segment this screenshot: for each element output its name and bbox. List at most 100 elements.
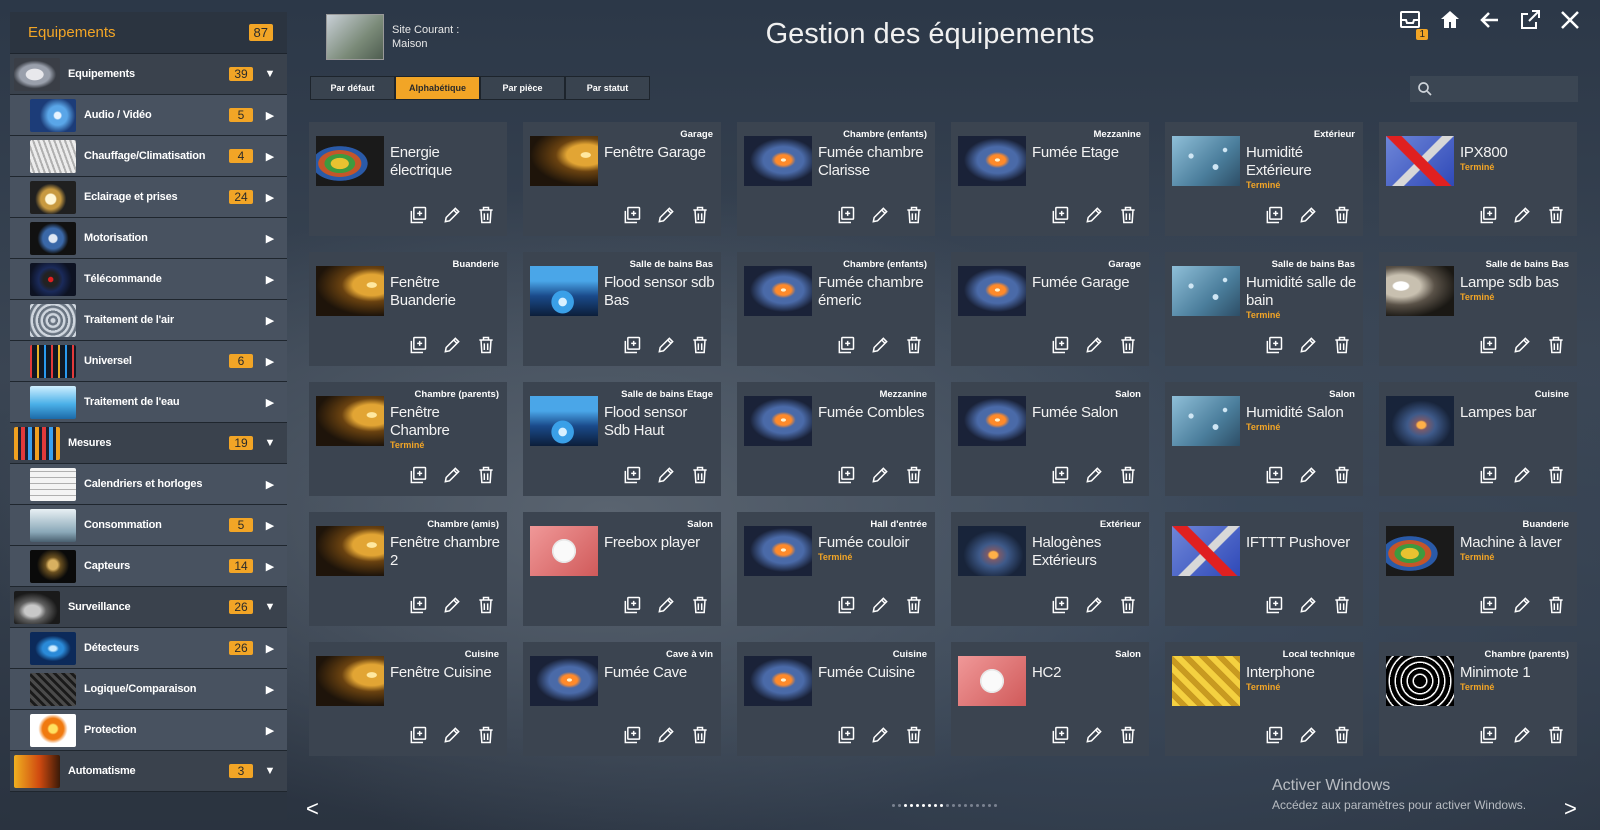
rule-button[interactable] (835, 336, 857, 358)
rule-button[interactable] (1263, 596, 1285, 618)
delete-button[interactable] (1545, 206, 1567, 228)
equipment-card[interactable]: Mezzanine Fumée Combles (737, 382, 935, 496)
close-button[interactable] (1558, 8, 1582, 32)
equipment-card[interactable]: Chambre (amis) Fenêtre chambre 2 (309, 512, 507, 626)
page-dot[interactable] (892, 804, 895, 807)
page-dot[interactable] (916, 804, 919, 807)
page-dot[interactable] (994, 804, 997, 807)
equipment-card[interactable]: Salle de bains Bas Flood sensor sdb Bas (523, 252, 721, 366)
equipment-card[interactable]: Buanderie Fenêtre Buanderie (309, 252, 507, 366)
equipment-card[interactable]: Cave à vin Fumée Cave (523, 642, 721, 756)
equipment-card[interactable]: Local technique Interphone Terminé (1165, 642, 1363, 756)
equipment-card[interactable]: IPX800 Terminé (1379, 122, 1577, 236)
edit-button[interactable] (655, 336, 677, 358)
delete-button[interactable] (1331, 726, 1353, 748)
rule-button[interactable] (407, 726, 429, 748)
delete-button[interactable] (903, 466, 925, 488)
equipment-card[interactable]: Cuisine Lampes bar (1379, 382, 1577, 496)
edit-button[interactable] (1511, 466, 1533, 488)
edit-button[interactable] (441, 596, 463, 618)
rule-button[interactable] (407, 206, 429, 228)
sidebar-item-16[interactable]: Protection ▶ (10, 710, 287, 751)
edit-button[interactable] (1297, 336, 1319, 358)
delete-button[interactable] (1117, 206, 1139, 228)
page-dot[interactable] (970, 804, 973, 807)
rule-button[interactable] (621, 596, 643, 618)
tab-1[interactable]: Alphabétique (396, 77, 479, 99)
edit-button[interactable] (1297, 726, 1319, 748)
edit-button[interactable] (1297, 206, 1319, 228)
tab-3[interactable]: Par statut (566, 77, 649, 99)
rule-button[interactable] (1263, 726, 1285, 748)
rule-button[interactable] (621, 466, 643, 488)
sidebar-category-17[interactable]: Automatisme 3 ▼ (10, 751, 287, 792)
delete-button[interactable] (475, 596, 497, 618)
page-dot[interactable] (982, 804, 985, 807)
page-dot[interactable] (910, 804, 913, 807)
rule-button[interactable] (835, 726, 857, 748)
equipment-card[interactable]: Garage Fenêtre Garage (523, 122, 721, 236)
rule-button[interactable] (1477, 726, 1499, 748)
page-dot[interactable] (976, 804, 979, 807)
rule-button[interactable] (621, 336, 643, 358)
sidebar-item-8[interactable]: Traitement de l'eau ▶ (10, 382, 287, 423)
sidebar-item-6[interactable]: Traitement de l'air ▶ (10, 300, 287, 341)
equipment-card[interactable]: Energie électrique (309, 122, 507, 236)
rule-button[interactable] (621, 726, 643, 748)
delete-button[interactable] (1331, 466, 1353, 488)
page-dot[interactable] (904, 804, 907, 807)
page-dot[interactable] (898, 804, 901, 807)
rule-button[interactable] (1049, 336, 1071, 358)
equipment-card[interactable]: Salon Fumée Salon (951, 382, 1149, 496)
edit-button[interactable] (869, 206, 891, 228)
delete-button[interactable] (1545, 726, 1567, 748)
delete-button[interactable] (1545, 466, 1567, 488)
current-site[interactable]: Site Courant : Maison (326, 14, 459, 60)
edit-button[interactable] (441, 466, 463, 488)
page-dot[interactable] (958, 804, 961, 807)
next-page-button[interactable]: > (1564, 796, 1577, 822)
equipment-card[interactable]: Chambre (parents) Minimote 1 Terminé (1379, 642, 1577, 756)
equipment-card[interactable]: Salle de bains Bas Lampe sdb bas Terminé (1379, 252, 1577, 366)
page-dot[interactable] (940, 804, 943, 807)
equipment-card[interactable]: Cuisine Fenêtre Cuisine (309, 642, 507, 756)
delete-button[interactable] (475, 726, 497, 748)
edit-button[interactable] (441, 206, 463, 228)
sidebar-item-3[interactable]: Eclairage et prises 24 ▶ (10, 177, 287, 218)
edit-button[interactable] (441, 726, 463, 748)
previous-page-button[interactable]: < (306, 796, 319, 822)
delete-button[interactable] (1545, 596, 1567, 618)
sidebar-item-11[interactable]: Consommation 5 ▶ (10, 505, 287, 546)
equipment-card[interactable]: Extérieur Humidité Extérieure Terminé (1165, 122, 1363, 236)
edit-button[interactable] (869, 726, 891, 748)
delete-button[interactable] (1331, 206, 1353, 228)
equipment-card[interactable]: Mezzanine Fumée Etage (951, 122, 1149, 236)
equipment-card[interactable]: Salon Freebox player (523, 512, 721, 626)
edit-button[interactable] (655, 206, 677, 228)
sidebar-category-0[interactable]: Equipements 39 ▼ (10, 54, 287, 95)
delete-button[interactable] (689, 466, 711, 488)
rule-button[interactable] (1477, 206, 1499, 228)
sidebar-item-2[interactable]: Chauffage/Climatisation 4 ▶ (10, 136, 287, 177)
delete-button[interactable] (689, 336, 711, 358)
page-dot[interactable] (952, 804, 955, 807)
delete-button[interactable] (1117, 596, 1139, 618)
page-dot[interactable] (964, 804, 967, 807)
page-dot[interactable] (988, 804, 991, 807)
rule-button[interactable] (1049, 596, 1071, 618)
sidebar-item-7[interactable]: Universel 6 ▶ (10, 341, 287, 382)
edit-button[interactable] (869, 336, 891, 358)
edit-button[interactable] (1511, 206, 1533, 228)
equipment-card[interactable]: Salon Humidité Salon Terminé (1165, 382, 1363, 496)
equipment-card[interactable]: Chambre (enfants) Fumée chambre Clarisse (737, 122, 935, 236)
page-dot[interactable] (946, 804, 949, 807)
edit-button[interactable] (1083, 466, 1105, 488)
delete-button[interactable] (1117, 466, 1139, 488)
sidebar-item-15[interactable]: Logique/Comparaison ▶ (10, 669, 287, 710)
rule-button[interactable] (1049, 726, 1071, 748)
equipment-card[interactable]: Cuisine Fumée Cuisine (737, 642, 935, 756)
tab-0[interactable]: Par défaut (311, 77, 394, 99)
rule-button[interactable] (1263, 336, 1285, 358)
delete-button[interactable] (1331, 596, 1353, 618)
sidebar-item-14[interactable]: Détecteurs 26 ▶ (10, 628, 287, 669)
